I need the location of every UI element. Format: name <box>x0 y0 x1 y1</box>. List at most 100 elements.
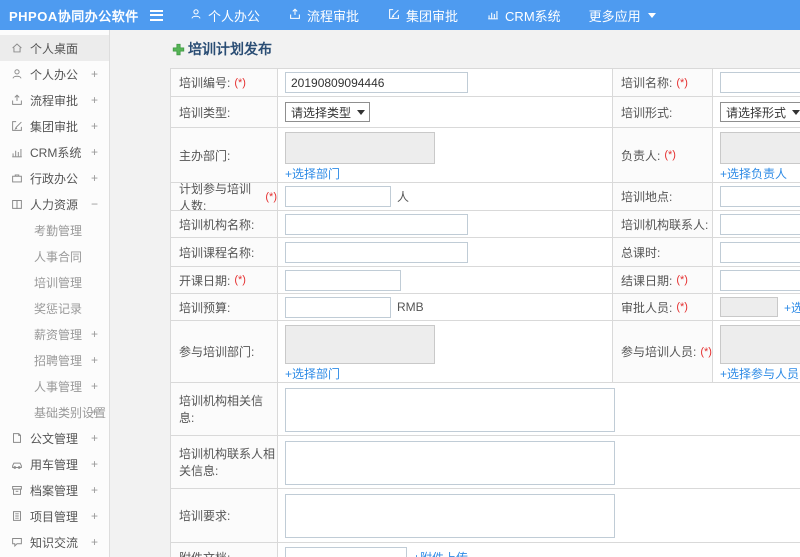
training-plan-form: 培训编号:(*) 培训名称:(*) 培训类型: 请选择类型 培训形式: 请选择形… <box>170 68 800 557</box>
expand-plus-icon[interactable]: + <box>91 93 98 107</box>
sidebar-item-crm-system[interactable]: CRM系统 + <box>0 139 109 165</box>
training-number-input[interactable] <box>285 72 468 93</box>
sidebar-item-project-mgmt[interactable]: 项目管理 + <box>0 503 109 529</box>
budget-input[interactable] <box>285 296 391 318</box>
expand-plus-icon[interactable]: + <box>91 509 98 523</box>
label-training-number: 培训编号: (*) <box>171 69 278 97</box>
expand-plus-icon[interactable]: + <box>91 457 98 471</box>
expand-plus-icon[interactable]: + <box>91 145 98 159</box>
app-logo: PHPOA协同办公软件 <box>9 8 139 24</box>
expand-plus-icon[interactable]: + <box>91 483 98 497</box>
org-contact-input[interactable] <box>720 213 800 235</box>
expand-plus-icon[interactable]: + <box>91 353 98 367</box>
training-type-select[interactable]: 请选择类型 <box>285 102 371 122</box>
label-auditor: 审批人员: (*) <box>613 294 713 321</box>
training-name-input[interactable] <box>720 72 800 93</box>
archive-icon <box>10 483 24 497</box>
required-mark: (*) <box>676 76 688 89</box>
top-menu-more-apps[interactable]: 更多应用 <box>589 6 656 25</box>
label-end-date: 结课日期: (*) <box>613 267 713 294</box>
select-join-people-link[interactable]: +选择参与人员 <box>720 365 799 382</box>
document-icon <box>10 431 24 445</box>
green-plus-icon <box>172 43 185 56</box>
participant-count-input[interactable] <box>285 186 391 207</box>
sidebar-subitem-basic-category-settings[interactable]: 基础类别设置 + <box>0 399 109 425</box>
required-mark: (*) <box>265 190 277 203</box>
select-auditor-link[interactable]: +选择审批人员 <box>784 299 800 316</box>
sidebar-subitem-personnel-mgmt[interactable]: 人事管理 + <box>0 373 109 399</box>
training-requirement-textarea[interactable] <box>285 494 615 538</box>
label-start-date: 开课日期: (*) <box>171 267 278 294</box>
top-menu-personal-office[interactable]: 个人办公 <box>189 6 260 25</box>
expand-plus-icon[interactable]: + <box>91 379 98 393</box>
auditor-box[interactable] <box>720 297 778 317</box>
select-caret-icon <box>792 109 800 115</box>
sidebar-item-admin-office[interactable]: 行政办公 + <box>0 165 109 191</box>
label-training-place: 培训地点: <box>613 183 713 211</box>
org-info-textarea[interactable] <box>285 388 615 432</box>
sidebar-subitem-recruit-mgmt[interactable]: 招聘管理 + <box>0 347 109 373</box>
sidebar-item-document-mgmt[interactable]: 公文管理 + <box>0 425 109 451</box>
sidebar-subitem-attendance-mgmt[interactable]: 考勤管理 <box>0 217 109 243</box>
expand-plus-icon[interactable]: + <box>91 327 98 341</box>
book-icon <box>10 197 24 211</box>
sidebar-item-archive-mgmt[interactable]: 档案管理 + <box>0 477 109 503</box>
top-menu-workflow-approval[interactable]: 流程审批 <box>288 6 359 25</box>
sidebar-subitem-reward-record[interactable]: 奖惩记录 <box>0 295 109 321</box>
workflow-icon <box>10 93 24 107</box>
top-header: PHPOA协同办公软件 个人办公 流程审批 集团审批 CRM系统 更多应用 <box>0 0 800 30</box>
sidebar-item-group-approval[interactable]: 集团审批 + <box>0 113 109 139</box>
top-menu-crm-system[interactable]: CRM系统 <box>486 6 561 25</box>
label-training-requirement: 培训要求: <box>171 489 278 543</box>
expand-plus-icon[interactable]: + <box>91 405 98 419</box>
expand-plus-icon[interactable]: + <box>91 535 98 549</box>
join-people-textarea[interactable] <box>720 325 800 364</box>
workflow-icon <box>288 7 302 24</box>
user-icon <box>10 67 24 81</box>
end-date-input[interactable] <box>720 269 800 291</box>
top-menu: 个人办公 流程审批 集团审批 CRM系统 更多应用 <box>189 6 684 25</box>
select-leader-link[interactable]: +选择负责人 <box>720 165 787 182</box>
sidebar-item-knowledge-exchange[interactable]: 知识交流 + <box>0 529 109 555</box>
expand-plus-icon[interactable]: + <box>91 67 98 81</box>
training-mode-select[interactable]: 请选择形式 <box>720 102 800 122</box>
label-org-info: 培训机构相关信息: <box>171 383 278 436</box>
total-hours-input[interactable] <box>720 241 800 263</box>
select-department-link[interactable]: +选择部门 <box>285 165 340 182</box>
leader-textarea[interactable] <box>720 132 800 164</box>
expand-plus-icon[interactable]: + <box>91 171 98 185</box>
caret-down-icon <box>647 12 656 18</box>
sidebar-item-vehicle-mgmt[interactable]: 用车管理 + <box>0 451 109 477</box>
course-name-input[interactable] <box>285 241 468 263</box>
label-training-mode: 培训形式: <box>613 97 713 128</box>
sidebar-subitem-training-mgmt[interactable]: 培训管理 <box>0 269 109 295</box>
user-icon <box>189 7 203 24</box>
required-mark: (*) <box>234 76 246 89</box>
sidebar-item-workflow-approval[interactable]: 流程审批 + <box>0 87 109 113</box>
sidebar-item-personal-desktop[interactable]: 个人桌面 <box>0 35 109 61</box>
org-name-input[interactable] <box>285 213 468 235</box>
org-contact-info-textarea[interactable] <box>285 441 615 485</box>
expand-plus-icon[interactable]: + <box>91 431 98 445</box>
hamburger-menu-icon[interactable] <box>150 9 163 21</box>
edit-icon <box>10 119 24 133</box>
sidebar-subitem-hr-contract[interactable]: 人事合同 <box>0 243 109 269</box>
top-menu-group-approval[interactable]: 集团审批 <box>387 6 458 25</box>
join-department-textarea[interactable] <box>285 325 435 364</box>
host-department-textarea[interactable] <box>285 132 435 164</box>
start-date-input[interactable] <box>285 269 401 291</box>
attachment-input[interactable] <box>285 547 407 557</box>
select-join-department-link[interactable]: +选择部门 <box>285 365 340 382</box>
sidebar-subitem-salary-mgmt[interactable]: 薪资管理 + <box>0 321 109 347</box>
sidebar-item-human-resources[interactable]: 人力资源 − <box>0 191 109 217</box>
car-icon <box>10 457 24 471</box>
label-org-name: 培训机构名称: <box>171 211 278 238</box>
sidebar-item-personal-office[interactable]: 个人办公 + <box>0 61 109 87</box>
training-place-input[interactable] <box>720 186 800 207</box>
expand-plus-icon[interactable]: + <box>91 119 98 133</box>
attachment-upload-link[interactable]: +附件上传 <box>413 549 468 557</box>
collapse-minus-icon[interactable]: − <box>91 197 98 211</box>
page-title: 培训计划发布 <box>172 39 272 59</box>
label-join-people: 参与培训人员: (*) <box>613 321 713 383</box>
required-mark: (*) <box>700 345 712 358</box>
